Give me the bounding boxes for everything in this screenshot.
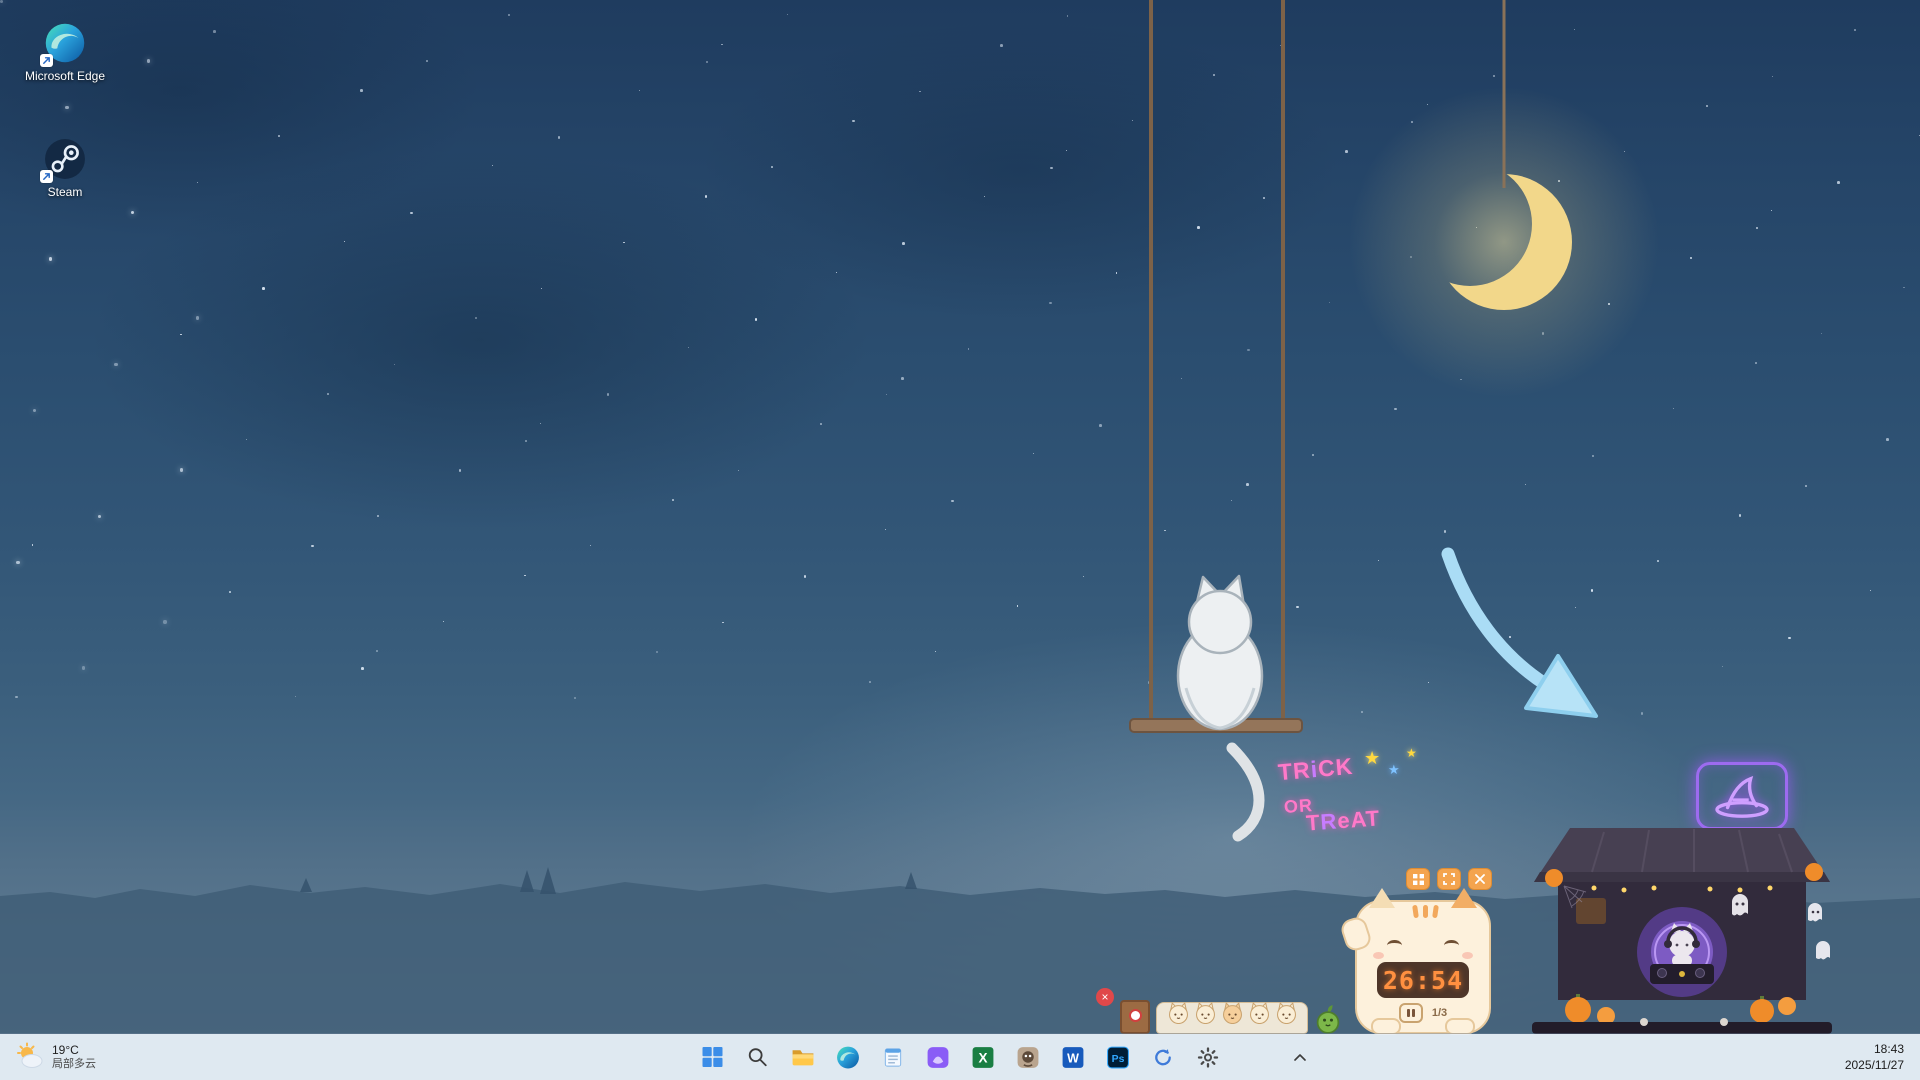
crescent-moon (1349, 0, 1659, 397)
taskbar-icon-photoshop[interactable]: Ps (1098, 1037, 1138, 1077)
cat-bar-cat[interactable] (1166, 1001, 1191, 1024)
arrow-doodle (1448, 554, 1596, 716)
taskbar-icon-excel[interactable]: X (963, 1037, 1003, 1077)
desktop-icon-label: Microsoft Edge (25, 69, 105, 83)
weather-condition: 局部多云 (52, 1058, 96, 1072)
cat-ear-icon (1369, 888, 1395, 908)
desktop-icon-label: Steam (48, 185, 83, 199)
star-icon: ★ (1406, 746, 1417, 760)
pomodoro-timer-widget: 26:54 1/3 (1350, 868, 1496, 1034)
taskbar-icon-sync-app[interactable] (1143, 1037, 1183, 1077)
taskbar-clock[interactable]: 18:43 2025/11/27 (1837, 1034, 1912, 1080)
cat-bar-cat[interactable] (1193, 1001, 1218, 1024)
svg-text:Ps: Ps (1111, 1054, 1124, 1065)
cat-bar-cat[interactable] (1274, 1001, 1299, 1024)
timer-pause-button[interactable] (1399, 1003, 1423, 1023)
cat-eye (1387, 940, 1402, 951)
star-icon: ★ (1364, 748, 1380, 769)
taskbar-apps: X W Ps (693, 1037, 1228, 1077)
taskbar-icon-word[interactable]: W (1053, 1037, 1093, 1077)
desktop-icon-edge[interactable]: Microsoft Edge (18, 20, 112, 83)
cat-stripe (1412, 905, 1419, 919)
timer-expand-button[interactable] (1437, 868, 1461, 890)
shortcut-arrow-icon (40, 170, 53, 183)
haunted-house (1524, 802, 1840, 1035)
cat-bar-cat[interactable] (1247, 1001, 1272, 1024)
cat-foot (1445, 1018, 1475, 1035)
weather-temperature: 19°C (52, 1043, 96, 1058)
trick-text: TRiCK (1277, 753, 1354, 786)
taskbar: 19°C 局部多云 X W Ps 18:43 2025/11/27 (0, 1034, 1920, 1080)
cat-stripe (1423, 905, 1428, 918)
svg-text:W: W (1067, 1051, 1079, 1065)
tray-overflow-chevron[interactable] (1286, 1042, 1314, 1072)
cat-stripe (1432, 905, 1439, 919)
timer-controls (1350, 868, 1496, 890)
plant-character[interactable] (1314, 1004, 1342, 1034)
cat-bar-widget: × (1096, 986, 1342, 1034)
star-icon: ★ (1388, 762, 1400, 778)
cat-bar-sign (1120, 1000, 1150, 1034)
timer-display: 26:54 (1377, 962, 1469, 998)
cat-blush (1373, 952, 1384, 959)
cat-ear-icon (1451, 888, 1477, 908)
taskbar-icon-purple-app[interactable] (918, 1037, 958, 1077)
steam-icon (42, 136, 88, 182)
taskbar-icon-start[interactable] (693, 1037, 733, 1077)
cat-foot (1371, 1018, 1401, 1035)
taskbar-icon-notepad[interactable] (873, 1037, 913, 1077)
cat-bar-cat[interactable] (1220, 1001, 1245, 1024)
timer-close-button[interactable] (1468, 868, 1492, 890)
timer-menu-button[interactable] (1406, 868, 1430, 890)
timer-progress: 1/3 (1432, 1007, 1447, 1019)
desktop: Microsoft Edge Steam TRiCK ★ ★ ★ OR TReA… (0, 0, 1920, 1080)
taskbar-weather-widget[interactable]: 19°C 局部多云 (6, 1037, 105, 1077)
edge-icon (42, 20, 88, 66)
cat-bar-close-button[interactable]: × (1096, 988, 1114, 1006)
desktop-icon-steam[interactable]: Steam (18, 136, 112, 199)
shortcut-arrow-icon (40, 54, 53, 67)
tray-date: 2025/11/27 (1845, 1057, 1904, 1073)
treat-text: TReAT (1305, 805, 1381, 836)
cat-eye (1444, 940, 1459, 951)
cat-blush (1462, 952, 1473, 959)
svg-text:X: X (978, 1050, 987, 1065)
taskbar-icon-search[interactable] (738, 1037, 778, 1077)
taskbar-icon-settings[interactable] (1188, 1037, 1228, 1077)
cat-bar-shelf (1156, 1002, 1308, 1034)
taskbar-icon-file-explorer[interactable] (783, 1037, 823, 1077)
weather-icon (15, 1042, 45, 1072)
taskbar-icon-edge[interactable] (828, 1037, 868, 1077)
tray-time: 18:43 (1874, 1041, 1904, 1057)
cat-clock: 26:54 1/3 (1355, 900, 1491, 1034)
swing-cat (1130, 0, 1302, 836)
taskbar-icon-gray-app[interactable] (1008, 1037, 1048, 1077)
